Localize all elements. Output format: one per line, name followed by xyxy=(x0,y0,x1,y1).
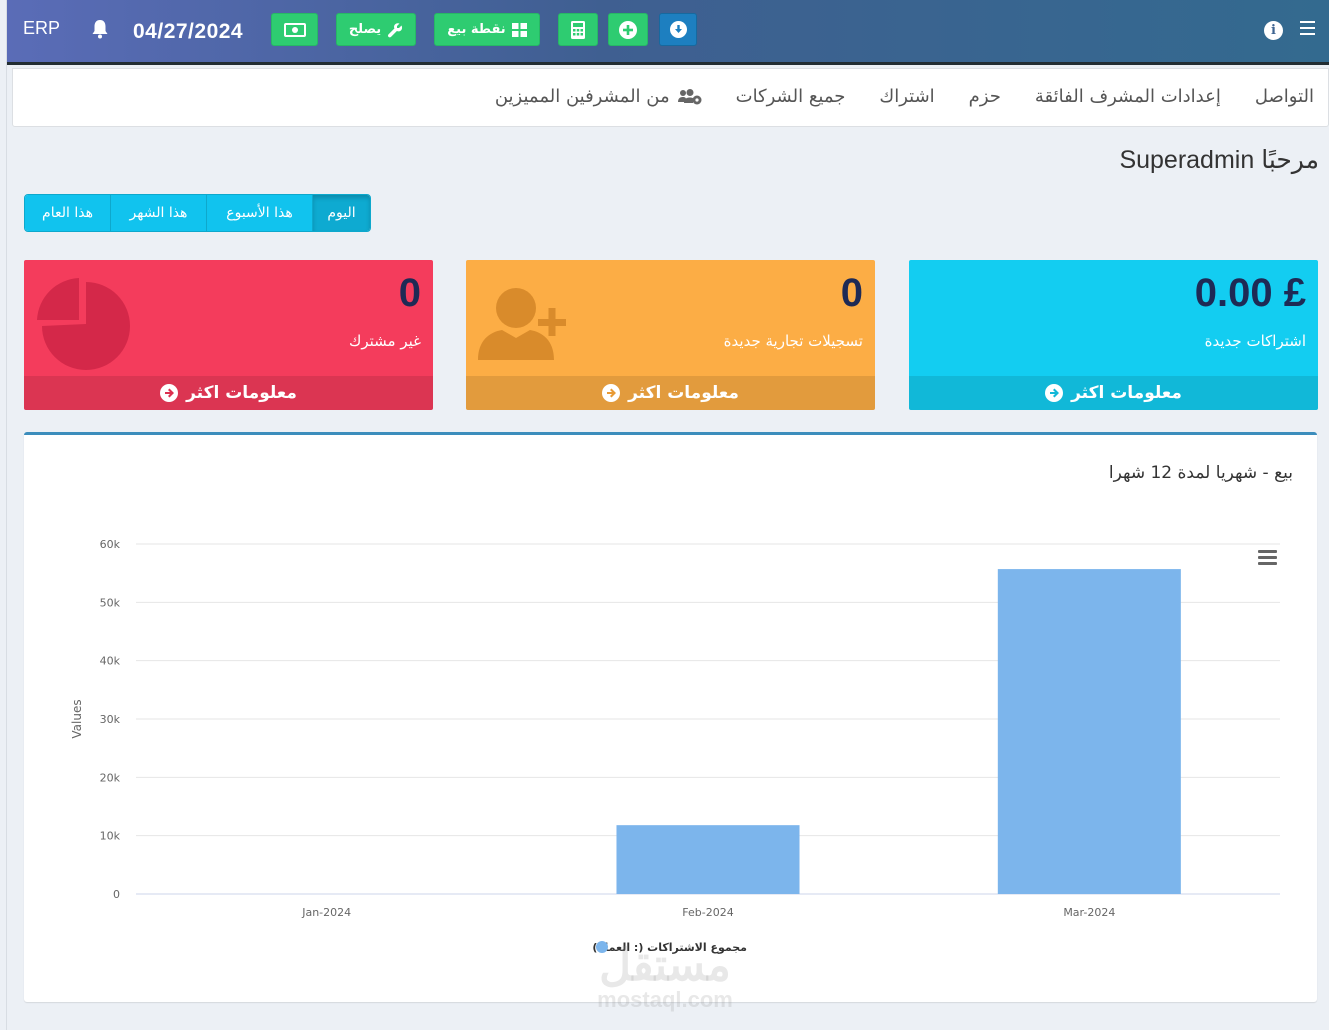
nav-label: حزم xyxy=(968,86,1001,107)
y-tick-label: 40k xyxy=(100,655,121,668)
new-registrations-value: 0 xyxy=(840,271,863,315)
users-cog-icon xyxy=(677,88,702,104)
chart-bar xyxy=(997,569,1181,894)
chart-menu-icon[interactable] xyxy=(1258,550,1277,568)
x-tick-label: Jan-2024 xyxy=(301,906,351,919)
info-icon[interactable]: i xyxy=(1264,21,1283,40)
arrow-circle-right-icon xyxy=(1045,384,1064,402)
nav-label: إعدادات المشرف الفائقة xyxy=(1034,86,1221,107)
nav-item-superadmin-settings[interactable]: إعدادات المشرف الفائقة xyxy=(1035,86,1221,107)
add-button[interactable] xyxy=(608,13,648,46)
non-subscribers-more-link[interactable]: معلومات اكثر xyxy=(24,376,433,410)
left-border xyxy=(0,0,7,1030)
y-axis-label: Values xyxy=(70,699,84,738)
y-tick-label: 20k xyxy=(100,771,121,784)
nav-item-subscription[interactable]: اشتراك xyxy=(879,86,934,107)
pos-button[interactable]: نقطة بيع xyxy=(434,13,540,46)
nav-item-packages[interactable]: حزم xyxy=(969,86,1001,107)
y-tick-label: 10k xyxy=(100,830,121,843)
nav-label: جميع الشركات xyxy=(735,86,846,107)
pos-label: نقطة بيع xyxy=(447,22,506,37)
new-subscriptions-label: اشتراكات جديدة xyxy=(1204,332,1306,350)
pie-chart-icon xyxy=(34,276,130,372)
new-subscriptions-value: £ 0.00 xyxy=(1194,271,1306,315)
new-registrations-more-link[interactable]: معلومات اكثر xyxy=(466,376,875,410)
th-large-icon xyxy=(511,22,527,37)
non-subscribers-value: 0 xyxy=(398,271,421,315)
user-plus-icon xyxy=(476,276,572,362)
more-info-label: معلومات اكثر xyxy=(628,383,739,403)
nav-label: التواصل xyxy=(1254,86,1314,107)
period-filter: هذا العام هذا الشهر هذا الأسبوع اليوم xyxy=(24,194,371,232)
x-tick-label: Feb-2024 xyxy=(682,906,733,919)
current-date: 04/27/2024 xyxy=(133,20,244,43)
sales-bar-chart: 0 10k 20k 30k 40k 50k 60k Values Jan-2024 Feb-202… xyxy=(70,538,1280,954)
nav-menu: من المشرفين المميزين جميع الشركات اشتراك… xyxy=(495,86,1314,107)
secondary-navbar: من المشرفين المميزين جميع الشركات اشتراك… xyxy=(12,68,1329,127)
sales-chart-card: بيع - شهريا لمدة 12 شهرا 0 10k 20k 30k 40k 50… xyxy=(24,432,1317,1002)
brand-logo[interactable]: ERP xyxy=(23,18,60,39)
repair-button[interactable]: يصلح xyxy=(336,13,416,46)
nav-item-communication[interactable]: التواصل xyxy=(1255,86,1314,107)
new-subscriptions-more-link[interactable]: معلومات اكثر xyxy=(909,376,1318,410)
calculator-icon xyxy=(571,20,585,39)
more-info-label: معلومات اكثر xyxy=(1071,383,1182,403)
wrench-icon xyxy=(388,22,403,37)
nav-item-all-companies[interactable]: جميع الشركات xyxy=(736,86,846,107)
period-today-button[interactable]: اليوم xyxy=(313,195,370,231)
arrow-circle-right-icon xyxy=(160,384,179,402)
new-registrations-label: تسجيلات تجارية جديدة xyxy=(723,332,863,350)
watermark-logo: مستقل mostaql.com xyxy=(597,941,733,1012)
welcome-heading: مرحبًا Superadmin xyxy=(1119,146,1319,174)
nav-item-featured-admins[interactable]: من المشرفين المميزين xyxy=(495,86,702,107)
y-tick-label: 60k xyxy=(100,538,121,551)
x-tick-label: Mar-2024 xyxy=(1063,906,1115,919)
period-week-button[interactable]: هذا الأسبوع xyxy=(207,195,313,231)
menu-icon[interactable] xyxy=(1300,21,1315,37)
new-subscriptions-box: £ 0.00 اشتراكات جديدة معلومات اكثر xyxy=(909,260,1318,410)
y-tick-label: 50k xyxy=(100,596,121,609)
nav-label: من المشرفين المميزين xyxy=(494,86,670,107)
arrow-circle-right-icon xyxy=(602,384,621,402)
money-button[interactable] xyxy=(271,13,318,46)
download-button[interactable] xyxy=(659,13,697,46)
repair-label: يصلح xyxy=(348,22,382,37)
calculator-button[interactable] xyxy=(558,13,598,46)
chart-bar xyxy=(616,825,800,894)
bell-icon[interactable] xyxy=(91,19,109,39)
non-subscribers-box: 0 غير مشترك معلومات اكثر xyxy=(24,260,433,410)
non-subscribers-label: غير مشترك xyxy=(349,332,421,350)
new-registrations-box: 0 تسجيلات تجارية جديدة معلومات اكثر xyxy=(466,260,875,410)
money-icon xyxy=(283,22,306,37)
plus-circle-icon xyxy=(619,20,637,39)
top-navbar: ERP 04/27/2024 يصلح نقطة بيع i xyxy=(7,0,1329,65)
download-circle-icon xyxy=(669,21,687,38)
y-tick-label: 30k xyxy=(100,713,121,726)
y-tick-label: 0 xyxy=(113,888,120,901)
period-year-button[interactable]: هذا العام xyxy=(25,195,111,231)
nav-label: اشتراك xyxy=(879,86,935,107)
period-month-button[interactable]: هذا الشهر xyxy=(111,195,207,231)
more-info-label: معلومات اكثر xyxy=(186,383,297,403)
